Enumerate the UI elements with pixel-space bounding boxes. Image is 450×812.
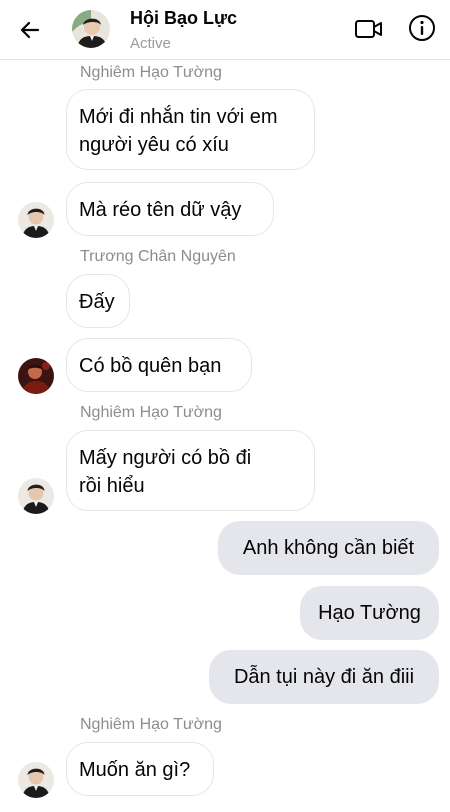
sender-name: Nghiêm Hạo Tường xyxy=(80,404,222,421)
video-call-button[interactable] xyxy=(352,14,386,44)
message-bubble[interactable]: Mới đi nhắn tin với em người yêu có xíu xyxy=(66,89,315,170)
info-icon xyxy=(409,15,435,41)
back-button[interactable] xyxy=(14,14,46,46)
message-bubble[interactable]: Mấy người có bồ đi rồi hiểu xyxy=(66,430,315,511)
message-bubble-outgoing[interactable]: Hạo Tường xyxy=(300,586,439,640)
message-bubble[interactable]: Có bồ quên bạn xyxy=(66,338,252,392)
conversation-header: Hội Bạo Lực Active xyxy=(0,0,450,60)
message-bubble[interactable]: Muốn ăn gì? xyxy=(66,742,214,796)
sender-name: Nghiêm Hạo Tường xyxy=(80,64,222,81)
message-bubble-outgoing[interactable]: Anh không cần biết xyxy=(218,521,439,575)
avatar[interactable] xyxy=(18,358,54,394)
sender-name: Trương Chân Nguyên xyxy=(80,248,236,265)
message-bubble[interactable]: Đấy xyxy=(66,274,130,328)
video-camera-icon xyxy=(355,20,382,38)
message-bubble[interactable]: Mà réo tên dữ vậy xyxy=(66,182,274,236)
conversation-title[interactable]: Hội Bạo Lực xyxy=(130,8,237,29)
sender-name: Nghiêm Hạo Tường xyxy=(80,716,222,733)
avatar[interactable] xyxy=(18,478,54,514)
message-bubble-outgoing[interactable]: Dẫn tụi này đi ăn điii xyxy=(209,650,439,704)
arrow-left-icon xyxy=(20,21,40,39)
group-avatar[interactable] xyxy=(72,10,110,48)
active-status: Active xyxy=(130,35,171,52)
avatar[interactable] xyxy=(18,202,54,238)
avatar[interactable] xyxy=(18,762,54,798)
info-button[interactable] xyxy=(406,12,438,44)
